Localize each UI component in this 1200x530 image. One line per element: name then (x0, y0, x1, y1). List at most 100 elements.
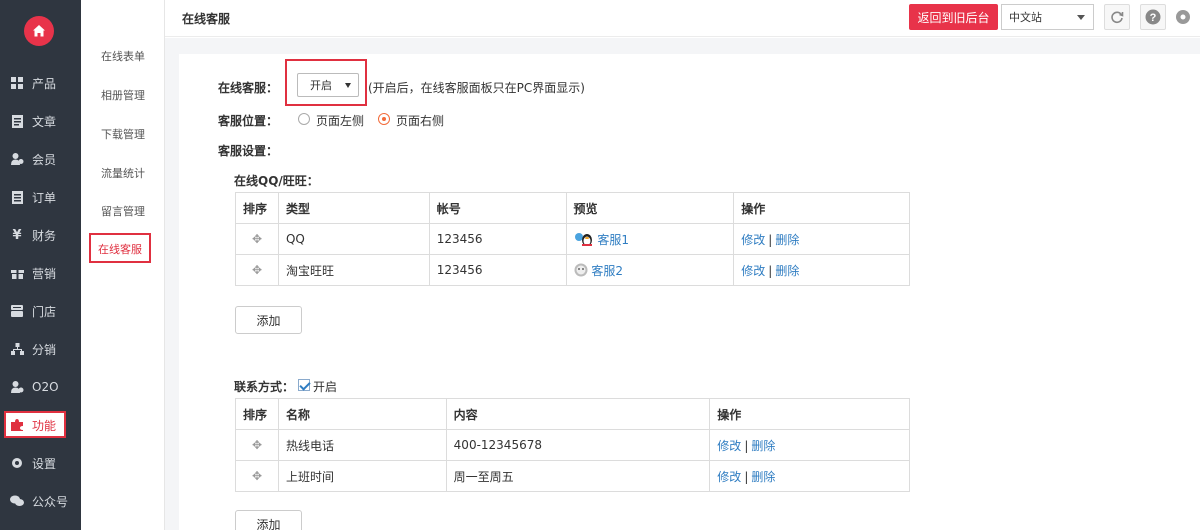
sub-menu: 在线表单 相册管理 下载管理 流量统计 留言管理 在线客服 (81, 0, 165, 530)
sidebar-item-members[interactable]: 会员 (0, 140, 81, 178)
sidebar-item-settings[interactable]: 设置 (0, 444, 81, 482)
move-icon: ✥ (251, 438, 262, 452)
document-icon (10, 114, 24, 128)
main-content: 在线客服： 开启 (开启后，在线客服面板只在PC界面显示) 客服位置： 页面左侧… (165, 38, 1200, 530)
sidebar-item-label: 分销 (32, 342, 57, 357)
edit-link[interactable]: 修改 (717, 470, 741, 484)
sidebar-item-articles[interactable]: 文章 (0, 102, 81, 140)
delete-link[interactable]: 删除 (751, 470, 775, 484)
contact-enabled-checkbox[interactable] (298, 379, 310, 391)
position-right-label[interactable]: 页面右侧 (396, 112, 444, 129)
sidebar-item-stores[interactable]: 门店 (0, 292, 81, 330)
cell-type: QQ (277, 223, 430, 255)
sidebar-item-orders[interactable]: 订单 (0, 178, 81, 216)
add-contact-button[interactable]: 添加 (235, 510, 302, 530)
column-header-preview: 预览 (565, 192, 735, 224)
cell-actions: 修改 | 删除 (709, 429, 910, 461)
cell-account: 123456 (428, 223, 567, 255)
drag-handle[interactable]: ✥ (235, 254, 279, 286)
delete-link[interactable]: 删除 (775, 233, 799, 247)
contact-table: 排序 名称 内容 操作 ✥ 热线电话 400-12345678 修改 | 删除 ✥ … (235, 398, 910, 492)
sidebar-item-o2o[interactable]: O2O (0, 368, 81, 406)
main-sidebar: 产品 文章 会员 订单 ¥ 财务 营销 门店 分销 O2O 功能 设置 公众号 (0, 0, 81, 530)
settings-panel: 在线客服： 开启 (开启后，在线客服面板只在PC界面显示) 客服位置： 页面左侧… (179, 54, 1200, 530)
home-logo[interactable] (24, 16, 54, 46)
add-qq-button[interactable]: 添加 (235, 306, 302, 334)
wangwang-icon (574, 263, 588, 276)
column-header-account: 帐号 (428, 192, 567, 224)
refresh-icon (1111, 11, 1124, 24)
submenu-item-online-form[interactable]: 在线表单 (81, 48, 165, 64)
sidebar-item-finance[interactable]: ¥ 财务 (0, 216, 81, 254)
contact-section-title: 联系方式： (234, 380, 295, 394)
sidebar-item-label: O2O (32, 380, 59, 394)
chevron-down-icon (1077, 15, 1085, 20)
o2o-icon (10, 380, 24, 394)
position-right-radio[interactable] (378, 113, 390, 125)
column-header-name: 名称 (277, 398, 447, 430)
settings-button[interactable] (1170, 4, 1196, 30)
sidebar-item-label: 公众号 (32, 494, 69, 509)
move-icon: ✥ (251, 263, 262, 277)
sidebar-item-marketing[interactable]: 营销 (0, 254, 81, 292)
submenu-item-online-service[interactable]: 在线客服 (81, 241, 159, 257)
sidebar-item-wechat[interactable]: 公众号 (0, 482, 81, 520)
qq-section-title: 在线QQ/旺旺： (234, 174, 319, 188)
submenu-item-traffic-stats[interactable]: 流量统计 (81, 165, 165, 181)
sidebar-item-products[interactable]: 产品 (0, 64, 81, 102)
sidebar-item-features[interactable]: 功能 (0, 406, 81, 444)
position-left-label[interactable]: 页面左侧 (316, 112, 364, 129)
preview-link[interactable]: 客服2 (591, 264, 623, 278)
gift-icon (10, 266, 24, 280)
service-label: 在线客服： (218, 81, 279, 95)
edit-link[interactable]: 修改 (717, 439, 741, 453)
page-title: 在线客服 (182, 12, 231, 26)
wechat-icon (10, 494, 24, 508)
submenu-item-downloads[interactable]: 下载管理 (81, 126, 165, 142)
submenu-item-messages[interactable]: 留言管理 (81, 203, 165, 219)
move-icon: ✥ (251, 469, 262, 483)
drag-handle[interactable]: ✥ (235, 223, 279, 255)
edit-link[interactable]: 修改 (741, 233, 765, 247)
delete-link[interactable]: 删除 (751, 439, 775, 453)
back-to-old-admin-button[interactable]: 返回到旧后台 (909, 4, 998, 30)
top-bar: 在线客服 返回到旧后台 中文站 ? (165, 0, 1200, 37)
preview-link[interactable]: 客服1 (597, 233, 629, 247)
refresh-button[interactable] (1104, 4, 1130, 30)
drag-handle[interactable]: ✥ (235, 460, 279, 492)
help-icon: ? (1145, 9, 1161, 25)
edit-link[interactable]: 修改 (741, 264, 765, 278)
puzzle-icon (10, 418, 24, 432)
column-header-actions: 操作 (733, 192, 910, 224)
service-status-value: 开启 (310, 79, 332, 92)
service-hint: (开启后，在线客服面板只在PC界面显示) (368, 81, 585, 95)
submenu-item-album[interactable]: 相册管理 (81, 87, 165, 103)
sidebar-item-label: 会员 (32, 152, 57, 167)
cell-account: 123456 (428, 254, 567, 286)
help-button[interactable]: ? (1140, 4, 1166, 30)
delete-link[interactable]: 删除 (775, 264, 799, 278)
language-select[interactable]: 中文站 (1001, 4, 1094, 30)
table-header-row: 排序 名称 内容 操作 (235, 398, 910, 430)
sidebar-item-label: 设置 (32, 456, 57, 471)
cell-actions: 修改 | 删除 (709, 460, 910, 492)
position-left-radio[interactable] (298, 113, 310, 125)
chevron-down-icon (345, 83, 351, 88)
sidebar-item-label: 门店 (32, 304, 57, 319)
sidebar-item-label: 产品 (32, 76, 57, 91)
home-icon (33, 25, 45, 37)
position-label: 客服位置： (218, 114, 279, 128)
network-icon (10, 342, 24, 356)
table-row: ✥ 淘宝旺旺 123456 客服2 修改 | 删除 (235, 254, 910, 286)
cell-preview: 客服1 (565, 223, 735, 255)
sidebar-item-label: 订单 (32, 190, 57, 205)
svg-text:?: ? (1150, 12, 1157, 24)
drag-handle[interactable]: ✥ (235, 429, 279, 461)
user-icon (10, 152, 24, 166)
move-icon: ✥ (251, 232, 262, 246)
grid-icon (10, 76, 24, 90)
service-status-select[interactable]: 开启 (297, 73, 359, 97)
column-header-type: 类型 (277, 192, 430, 224)
sidebar-item-distribution[interactable]: 分销 (0, 330, 81, 368)
contact-enabled-label[interactable]: 开启 (313, 378, 337, 395)
